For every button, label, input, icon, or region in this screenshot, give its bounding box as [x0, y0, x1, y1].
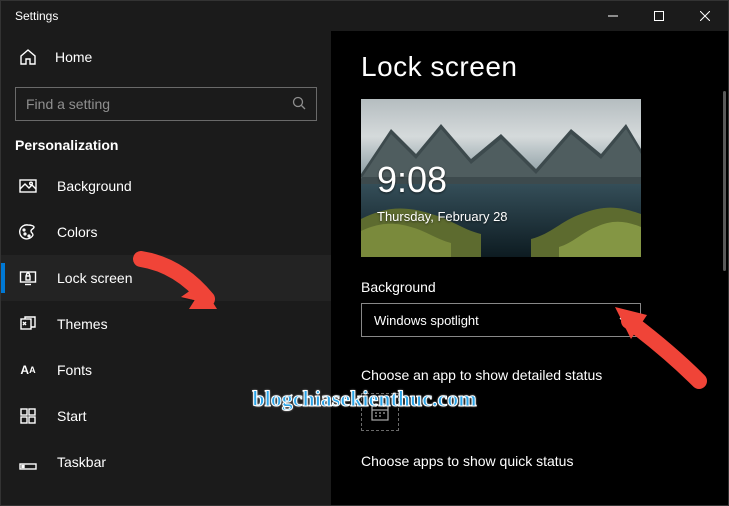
window-title: Settings: [15, 9, 58, 23]
taskbar-icon: [19, 453, 37, 471]
preview-date: Thursday, February 28: [377, 209, 508, 224]
sidebar-item-label: Themes: [57, 316, 108, 332]
minimize-button[interactable]: [590, 1, 636, 31]
chevron-down-icon: [618, 314, 630, 326]
dropdown-selected-value: Windows spotlight: [374, 313, 479, 328]
main-content: Lock screen: [331, 31, 728, 505]
search-box[interactable]: [15, 87, 317, 121]
category-header: Personalization: [1, 131, 331, 163]
background-label: Background: [361, 279, 728, 295]
watermark-text: blogchiasekienthuc.com: [252, 386, 476, 412]
lockscreen-icon: [19, 269, 37, 287]
sidebar-item-taskbar[interactable]: Taskbar: [1, 439, 331, 485]
nav-list: Background Colors Lock screen: [1, 163, 331, 485]
sidebar-item-label: Lock screen: [57, 270, 132, 286]
sidebar-item-label: Fonts: [57, 362, 92, 378]
sidebar-item-label: Taskbar: [57, 454, 106, 470]
fonts-icon: AA: [19, 361, 37, 379]
lock-screen-preview: 9:08 Thursday, February 28: [361, 99, 641, 257]
close-icon: [700, 11, 710, 21]
start-icon: [19, 407, 37, 425]
home-label: Home: [55, 49, 92, 65]
maximize-button[interactable]: [636, 1, 682, 31]
scrollbar[interactable]: [723, 91, 726, 271]
detailed-status-label: Choose an app to show detailed status: [361, 367, 728, 383]
search-container: [1, 77, 331, 131]
maximize-icon: [654, 11, 664, 21]
sidebar-item-label: Colors: [57, 224, 97, 240]
sidebar-item-themes[interactable]: Themes: [1, 301, 331, 347]
close-button[interactable]: [682, 1, 728, 31]
window-body: Home Personalization Background: [1, 31, 728, 505]
sidebar-item-lock-screen[interactable]: Lock screen: [1, 255, 331, 301]
sidebar: Home Personalization Background: [1, 31, 331, 505]
palette-icon: [19, 223, 37, 241]
search-icon: [292, 96, 306, 113]
home-button[interactable]: Home: [1, 37, 331, 77]
minimize-icon: [608, 11, 618, 21]
sidebar-item-background[interactable]: Background: [1, 163, 331, 209]
page-title: Lock screen: [361, 51, 728, 83]
sidebar-item-label: Background: [57, 178, 132, 194]
title-bar: Settings: [1, 1, 728, 31]
window-controls: [590, 1, 728, 31]
quick-status-label: Choose apps to show quick status: [361, 453, 728, 469]
sidebar-item-colors[interactable]: Colors: [1, 209, 331, 255]
sidebar-item-label: Start: [57, 408, 87, 424]
background-dropdown[interactable]: Windows spotlight: [361, 303, 641, 337]
settings-window: Settings Home: [0, 0, 729, 506]
search-input[interactable]: [26, 96, 292, 112]
themes-icon: [19, 315, 37, 333]
preview-time: 9:08: [377, 159, 447, 201]
image-icon: [19, 177, 37, 195]
home-icon: [19, 48, 37, 66]
